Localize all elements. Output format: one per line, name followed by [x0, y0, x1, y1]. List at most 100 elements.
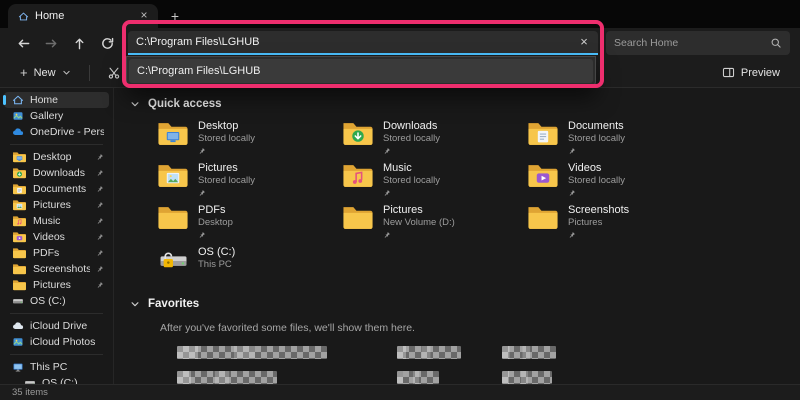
folder-icon — [12, 263, 27, 275]
quick-access-music[interactable]: Music Stored locally — [341, 162, 526, 200]
home-tab-icon — [18, 11, 29, 22]
sidebar-item-music[interactable]: Music — [4, 213, 109, 229]
pin-icon — [568, 231, 576, 239]
items-count: 35 items — [12, 387, 48, 398]
sidebar-item-label: Pictures — [33, 279, 90, 291]
new-tab-button[interactable]: + — [164, 5, 186, 27]
up-button[interactable] — [66, 30, 92, 56]
documents-folder-icon — [12, 183, 27, 195]
pictures-folder-icon — [156, 162, 190, 189]
back-button[interactable] — [10, 30, 36, 56]
sidebar-item-label: iCloud Drive — [30, 320, 104, 332]
item-name: Videos — [568, 162, 625, 175]
item-subtitle: New Volume (D:) — [383, 217, 455, 229]
search-input[interactable] — [614, 37, 770, 49]
item-name: Desktop — [198, 120, 255, 133]
cut-button[interactable] — [100, 61, 128, 85]
documents-folder-icon — [526, 120, 560, 147]
item-subtitle: Stored locally — [198, 175, 255, 187]
sidebar-item-documents[interactable]: Documents — [4, 181, 109, 197]
sidebar-item-os-c-2[interactable]: OS (C:) — [4, 375, 109, 384]
videos-folder-icon — [12, 231, 27, 243]
address-suggestion-item[interactable]: C:\Program Files\LGHUB — [129, 59, 593, 83]
pin-icon — [96, 201, 104, 209]
redacted-block — [397, 346, 461, 359]
sidebar-item-os-c[interactable]: OS (C:) — [4, 293, 109, 309]
sidebar-item-icloud-photos[interactable]: iCloud Photos — [4, 334, 109, 350]
preview-button[interactable]: Preview — [714, 61, 788, 85]
sidebar-item-label: Music — [33, 215, 90, 227]
address-suggestions-dropdown: C:\Program Files\LGHUB — [126, 56, 596, 86]
music-folder-icon — [12, 215, 27, 227]
new-button[interactable]: + New — [12, 61, 79, 85]
quick-access-grid: Desktop Stored locally Downloads Stored … — [156, 120, 800, 284]
address-input[interactable] — [128, 36, 574, 48]
desktop-folder-icon — [12, 151, 27, 163]
quick-access-header[interactable]: Quick access — [126, 94, 800, 114]
sidebar-item-onedrive[interactable]: OneDrive - Perso — [4, 124, 109, 140]
content-panel: Quick access Desktop Stored locally Down… — [114, 88, 800, 384]
quick-access-pictures-d[interactable]: Pictures New Volume (D:) — [341, 204, 526, 242]
quick-access-downloads[interactable]: Downloads Stored locally — [341, 120, 526, 158]
favorites-title: Favorites — [148, 298, 199, 310]
refresh-icon — [100, 36, 115, 51]
search-box[interactable] — [606, 31, 790, 55]
downloads-folder-icon — [12, 167, 27, 179]
redacted-block — [502, 371, 552, 384]
chevron-down-icon — [62, 68, 71, 77]
refresh-button[interactable] — [94, 30, 120, 56]
forward-icon — [44, 36, 59, 51]
item-subtitle: Stored locally — [568, 133, 625, 145]
sidebar-item-screenshots[interactable]: Screenshots — [4, 261, 109, 277]
sidebar-item-label: Pictures — [33, 199, 90, 211]
sidebar-item-pictures-2[interactable]: Pictures — [4, 277, 109, 293]
sidebar-item-downloads[interactable]: Downloads — [4, 165, 109, 181]
sidebar-item-gallery[interactable]: Gallery — [4, 108, 109, 124]
sidebar-item-videos[interactable]: Videos — [4, 229, 109, 245]
quick-access-os-c[interactable]: OS (C:) This PC — [156, 246, 341, 284]
folder-icon — [341, 204, 375, 231]
quick-access-documents[interactable]: Documents Stored locally — [526, 120, 711, 158]
sidebar-item-this-pc[interactable]: This PC — [4, 359, 109, 375]
sidebar-item-pdfs[interactable]: PDFs — [4, 245, 109, 261]
gallery-icon — [12, 110, 24, 122]
pin-icon — [96, 153, 104, 161]
quick-access-pictures[interactable]: Pictures Stored locally — [156, 162, 341, 200]
address-bar[interactable]: × — [128, 31, 598, 55]
sidebar-item-desktop[interactable]: Desktop — [4, 149, 109, 165]
desktop-folder-icon — [156, 120, 190, 147]
sidebar-separator — [10, 354, 103, 355]
quick-access-pdfs[interactable]: PDFs Desktop — [156, 204, 341, 242]
sidebar-item-home[interactable]: Home — [4, 92, 109, 108]
sidebar-item-label: This PC — [30, 361, 104, 373]
folder-icon — [12, 247, 27, 259]
tab-close-icon[interactable]: × — [136, 8, 152, 24]
plus-icon: + — [20, 66, 28, 79]
pin-icon — [96, 169, 104, 177]
chevron-down-icon — [130, 99, 140, 109]
quick-access-videos[interactable]: Videos Stored locally — [526, 162, 711, 200]
pin-icon — [383, 189, 391, 197]
redacted-block — [177, 346, 327, 359]
cut-icon — [107, 66, 121, 80]
toolbar-divider — [89, 65, 90, 81]
clear-address-icon[interactable]: × — [574, 32, 594, 52]
sidebar-item-icloud-drive[interactable]: iCloud Drive — [4, 318, 109, 334]
sidebar-item-label: Desktop — [33, 151, 90, 163]
favorites-header[interactable]: Favorites — [126, 294, 800, 314]
titlebar: Home × + — [0, 0, 800, 28]
icloud-cloud-icon — [12, 320, 24, 332]
preview-pane-icon — [722, 66, 735, 79]
explorer-tab-home[interactable]: Home × — [8, 4, 158, 28]
onedrive-cloud-icon — [12, 126, 24, 138]
home-icon — [12, 94, 24, 106]
quick-access-screenshots[interactable]: Screenshots Pictures — [526, 204, 711, 242]
quick-access-desktop[interactable]: Desktop Stored locally — [156, 120, 341, 158]
redacted-block — [502, 346, 556, 359]
folder-icon — [12, 279, 27, 291]
forward-button[interactable] — [38, 30, 64, 56]
navigation-bar: × — [0, 28, 800, 58]
sidebar-item-label: Documents — [33, 183, 90, 195]
tab-title: Home — [35, 10, 130, 22]
sidebar-item-pictures[interactable]: Pictures — [4, 197, 109, 213]
